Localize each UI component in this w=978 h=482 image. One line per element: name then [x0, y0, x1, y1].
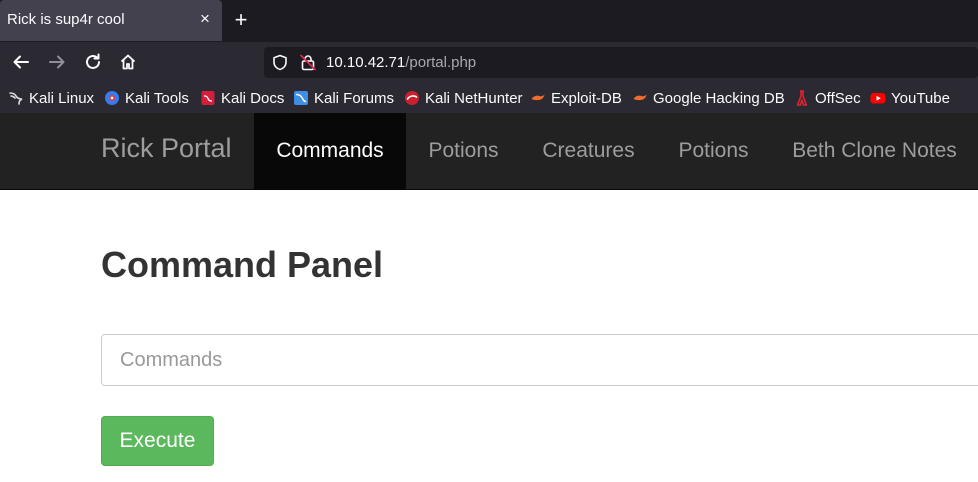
- url-text[interactable]: 10.10.42.71/portal.php: [326, 54, 476, 71]
- bookmark-kali-linux[interactable]: Kali Linux: [8, 88, 94, 108]
- bookmark-label: OffSec: [815, 89, 861, 107]
- bookmark-kali-nethunter[interactable]: Kali NetHunter: [404, 88, 523, 108]
- bookmark-label: Kali Tools: [125, 89, 189, 107]
- address-bar[interactable]: 10.10.42.71/portal.php: [264, 47, 978, 78]
- tracking-shield-icon[interactable]: [272, 54, 288, 76]
- exploit-db-icon: [530, 90, 546, 106]
- bookmark-google-hacking-db[interactable]: Google Hacking DB: [632, 88, 785, 108]
- page-title: Command Panel: [101, 244, 384, 285]
- bookmark-kali-docs[interactable]: Kali Docs: [200, 88, 284, 108]
- ghdb-icon: [632, 90, 648, 106]
- close-tab-icon[interactable]: ×: [196, 9, 214, 29]
- tab-strip: Rick is sup4r cool × +: [0, 0, 978, 42]
- nethunter-icon: [404, 90, 420, 106]
- bookmarks-toolbar: Kali Linux Kali Tools Kali Docs Kali For…: [0, 82, 978, 113]
- kali-dragon-icon: [8, 90, 24, 106]
- bookmark-label: Kali Docs: [221, 89, 285, 107]
- back-arrow-icon[interactable]: [10, 51, 32, 73]
- bookmark-label: Google Hacking DB: [653, 89, 785, 107]
- insecure-lock-icon[interactable]: [300, 54, 316, 76]
- nav-item-potions[interactable]: Potions: [406, 113, 521, 189]
- youtube-icon: [870, 90, 886, 106]
- nav-item-beth-clone-notes[interactable]: Beth Clone Notes: [771, 113, 978, 189]
- url-host: 10.10.42.71: [326, 54, 406, 71]
- home-icon[interactable]: [117, 51, 139, 73]
- bookmark-label: Kali Linux: [29, 89, 95, 107]
- new-tab-icon[interactable]: +: [230, 8, 252, 32]
- bookmark-label: YouTube: [891, 89, 950, 107]
- offsec-icon: [794, 90, 810, 106]
- forward-arrow-icon[interactable]: [46, 51, 68, 73]
- site-navbar: Rick Portal Commands Potions Creatures P…: [0, 113, 978, 190]
- bookmark-kali-forums[interactable]: Kali Forums: [293, 88, 394, 108]
- nav-item-potions-2[interactable]: Potions: [656, 113, 771, 189]
- nav-item-creatures[interactable]: Creatures: [521, 113, 656, 189]
- brand-link[interactable]: Rick Portal: [101, 133, 232, 164]
- browser-toolbar: 10.10.42.71/portal.php: [0, 42, 978, 82]
- bookmark-offsec[interactable]: OffSec: [794, 88, 861, 108]
- bookmark-youtube[interactable]: YouTube: [870, 88, 950, 108]
- bookmark-exploit-db[interactable]: Exploit-DB: [530, 88, 622, 108]
- kali-tools-icon: [104, 90, 120, 106]
- bookmark-label: Kali Forums: [314, 89, 395, 107]
- bookmark-label: Exploit-DB: [551, 89, 622, 107]
- execute-button[interactable]: Execute: [101, 416, 214, 466]
- nav-item-commands[interactable]: Commands: [254, 113, 406, 189]
- kali-forums-icon: [293, 90, 309, 106]
- tab-title: Rick is sup4r cool: [7, 11, 125, 28]
- reload-icon[interactable]: [82, 51, 104, 73]
- commands-input[interactable]: [101, 334, 978, 386]
- bookmark-kali-tools[interactable]: Kali Tools: [104, 88, 189, 108]
- bookmark-label: Kali NetHunter: [425, 89, 523, 107]
- url-path: /portal.php: [405, 54, 477, 71]
- kali-docs-icon: [200, 90, 216, 106]
- browser-tab[interactable]: Rick is sup4r cool ×: [0, 0, 222, 41]
